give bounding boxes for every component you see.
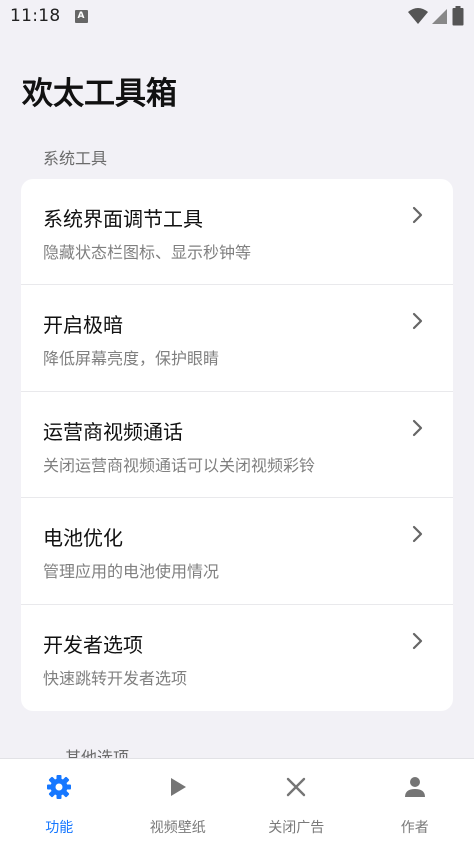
nav-label: 关闭广告 — [268, 820, 325, 836]
list-item-system-ui-tuner[interactable]: 系统界面调节工具 隐藏状态栏图标、显示秒钟等 — [21, 179, 453, 286]
nav-tab-author[interactable]: 作者 — [356, 759, 474, 842]
battery-icon — [452, 6, 464, 26]
list-item-title: 电池优化 — [43, 526, 123, 551]
tools-card: 系统界面调节工具 隐藏状态栏图标、显示秒钟等 开启极暗 降低屏幕亮度，保护眼睛 … — [21, 179, 453, 711]
nav-label: 作者 — [400, 820, 429, 836]
play-icon — [164, 773, 192, 801]
gear-icon — [45, 773, 73, 801]
list-item-title: 开发者选项 — [43, 632, 143, 657]
chevron-right-icon — [412, 313, 423, 330]
list-item-subtitle: 关闭运营商视频通话可以关闭视频彩铃 — [43, 455, 316, 475]
chevron-right-icon — [412, 206, 423, 224]
signal-icon — [432, 9, 447, 24]
list-item-subtitle: 降低屏幕亮度，保护眼睛 — [43, 349, 220, 369]
chevron-right-icon — [412, 419, 423, 436]
page-title: 欢太工具箱 — [22, 76, 177, 112]
list-item-title: 系统界面调节工具 — [43, 207, 203, 231]
nav-tab-close-ads[interactable]: 关闭广告 — [237, 759, 356, 842]
bottom-nav: 功能 视频壁纸 关闭广告 作者 — [0, 758, 474, 842]
list-item-extra-dim[interactable]: 开启极暗 降低屏幕亮度，保护眼睛 — [21, 285, 453, 392]
status-time: 11:18 — [10, 6, 61, 26]
list-item-subtitle: 快速跳转开发者选项 — [43, 668, 188, 688]
person-icon — [401, 773, 429, 801]
list-item-developer-options[interactable]: 开发者选项 快速跳转开发者选项 — [21, 605, 453, 711]
list-item-title: 运营商视频通话 — [43, 419, 183, 444]
nav-tab-features[interactable]: 功能 — [0, 759, 119, 842]
list-item-battery-optimization[interactable]: 电池优化 管理应用的电池使用情况 — [21, 498, 453, 605]
wifi-icon — [408, 8, 428, 24]
nav-label: 功能 — [45, 820, 74, 836]
list-item-carrier-video-call[interactable]: 运营商视频通话 关闭运营商视频通话可以关闭视频彩铃 — [21, 392, 453, 499]
notification-icon: A — [74, 9, 88, 23]
nav-tab-video-wallpaper[interactable]: 视频壁纸 — [119, 759, 238, 842]
list-item-title: 开启极暗 — [43, 313, 123, 338]
section-label-system-tools: 系统工具 — [43, 149, 108, 168]
status-indicators — [408, 6, 464, 26]
chevron-right-icon — [412, 632, 423, 649]
chevron-right-icon — [412, 526, 423, 543]
list-item-subtitle: 管理应用的电池使用情况 — [43, 562, 220, 582]
close-icon — [282, 773, 310, 801]
list-item-subtitle: 隐藏状态栏图标、显示秒钟等 — [43, 243, 252, 262]
nav-label: 视频壁纸 — [149, 820, 206, 836]
status-bar: 11:18 A — [0, 0, 474, 32]
